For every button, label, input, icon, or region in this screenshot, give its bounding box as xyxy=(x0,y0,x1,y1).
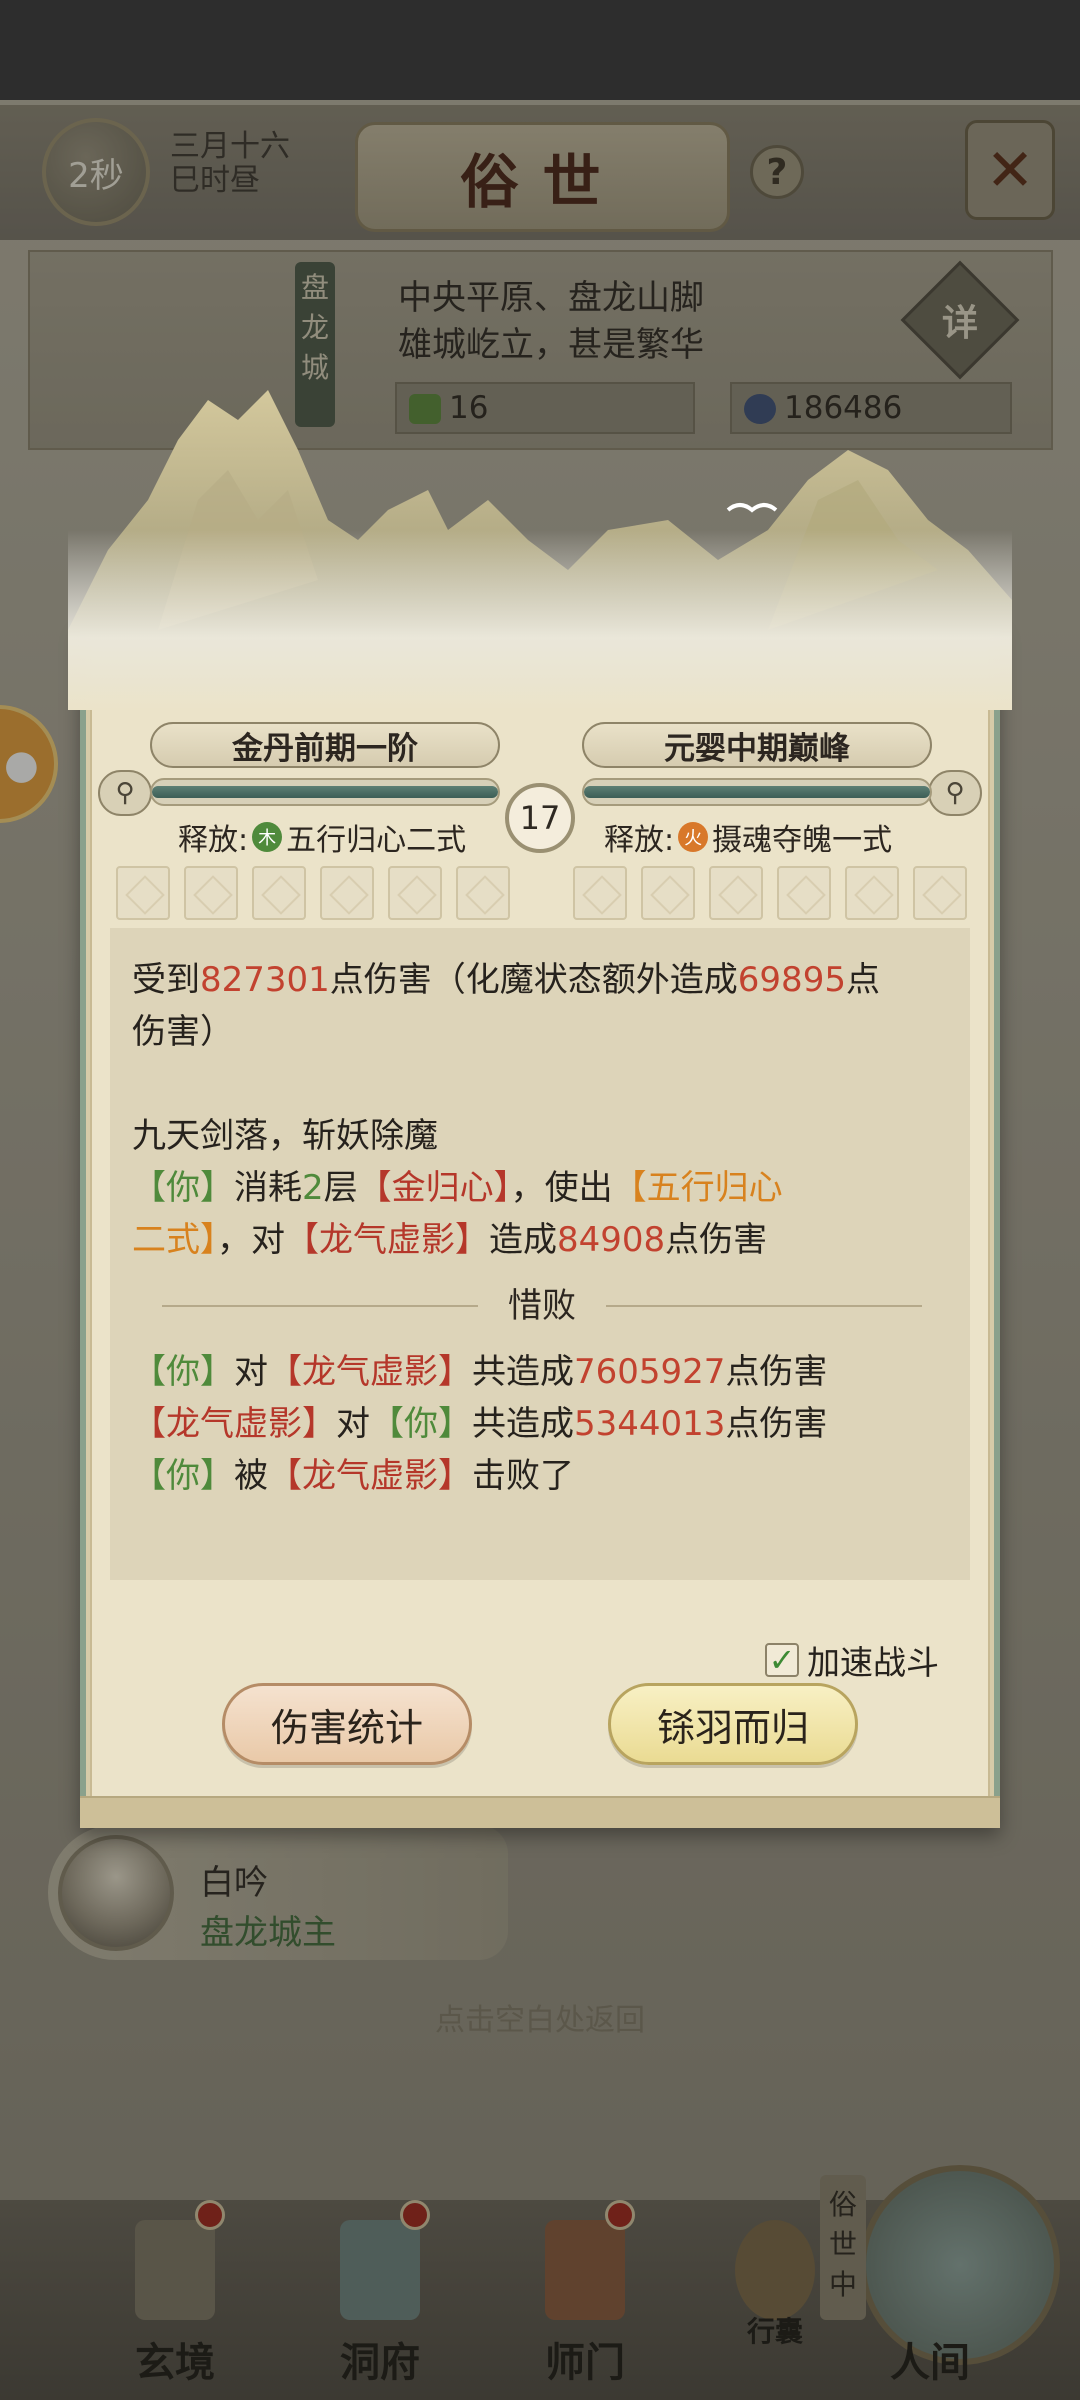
buff-slot xyxy=(252,866,306,920)
log-line: 九天剑落，斩妖除魔 xyxy=(132,1116,438,1156)
battle-log-content: 受到827301点伤害（化魔状态额外造成69895点 伤害） 九天剑落，斩妖除魔… xyxy=(132,928,952,1502)
enemy-skill: 释放: 火 摄魂夺魄一式 xyxy=(604,815,892,859)
player-hp-fill xyxy=(152,786,498,798)
buff-slot xyxy=(709,866,763,920)
buff-slot xyxy=(641,866,695,920)
player-info-icon[interactable]: ⚲ xyxy=(98,770,152,816)
player-buff-slots xyxy=(116,866,510,920)
enemy-skill-name: 摄魂夺魄一式 xyxy=(712,823,893,858)
game-screen: 2秒 三月十六 巳时昼 俗世 ? ✕ 盘龙城 中央平原、盘龙山脚 雄城屹立，甚是… xyxy=(0,0,1080,2400)
speed-up-toggle[interactable]: ✓ 加速战斗 xyxy=(765,1636,939,1684)
enemy-buff-slots xyxy=(573,866,967,920)
buff-slot xyxy=(913,866,967,920)
log-line-cut xyxy=(132,928,952,954)
buff-slot xyxy=(184,866,238,920)
enemy-hp-fill xyxy=(584,786,930,798)
battle-result: 惜败 xyxy=(508,1286,576,1326)
buff-slot xyxy=(573,866,627,920)
wood-element-icon: 木 xyxy=(252,822,283,852)
summary-line: 【你】被【龙气虚影】击败了 xyxy=(132,1456,574,1496)
enemy-realm: 元婴中期巅峰 xyxy=(582,722,932,768)
log-line: 受到827301点伤害（化魔状态额外造成69895点 xyxy=(132,960,880,1000)
player-realm: 金丹前期一阶 xyxy=(150,722,500,768)
fire-element-icon: 火 xyxy=(678,822,709,852)
speed-up-label: 加速战斗 xyxy=(807,1643,939,1682)
buff-slot xyxy=(388,866,442,920)
enemy-info-icon[interactable]: ⚲ xyxy=(928,770,982,816)
summary-line: 【你】对【龙气虚影】共造成7605927点伤害 xyxy=(132,1352,828,1392)
player-hp-bar xyxy=(150,778,500,806)
speed-up-checkbox[interactable]: ✓ xyxy=(765,1641,799,1679)
log-line: 伤害） xyxy=(132,1012,234,1052)
enemy-hp-bar xyxy=(582,778,932,806)
dialog-footer xyxy=(80,1796,1000,1828)
buff-slot xyxy=(320,866,374,920)
return-button[interactable]: 铩羽而归 xyxy=(608,1683,858,1765)
battle-log[interactable]: 受到827301点伤害（化魔状态额外造成69895点 伤害） 九天剑落，斩妖除魔… xyxy=(110,928,970,1580)
status-strip xyxy=(0,0,1080,100)
buff-slot xyxy=(845,866,899,920)
round-counter: 17 xyxy=(505,783,575,853)
player-skill: 释放: 木 五行归心二式 xyxy=(178,815,466,859)
damage-stats-button[interactable]: 伤害统计 xyxy=(222,1683,472,1765)
buff-slot xyxy=(116,866,170,920)
enemy-release-label: 释放: xyxy=(604,823,675,858)
player-release-label: 释放: xyxy=(178,823,249,858)
buff-slot xyxy=(456,866,510,920)
mountain-scenery xyxy=(68,390,1012,710)
log-line: 二式】，对【龙气虚影】造成84908点伤害 xyxy=(132,1220,768,1260)
buff-slot xyxy=(777,866,831,920)
player-skill-name: 五行归心二式 xyxy=(286,823,467,858)
summary-line: 【龙气虚影】对【你】共造成5344013点伤害 xyxy=(132,1404,828,1444)
log-line: 【你】消耗2层【金归心】，使出【五行归心 xyxy=(132,1168,783,1208)
result-divider: 惜败 xyxy=(132,1280,952,1332)
